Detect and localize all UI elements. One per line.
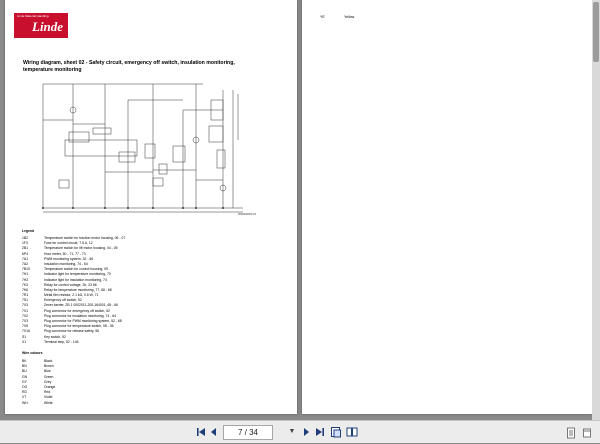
- next-page-button[interactable]: [302, 426, 311, 438]
- page-right: YE Yellow: [302, 0, 592, 414]
- logo-brand: Linde: [32, 19, 64, 34]
- next-page-icon: [304, 428, 309, 436]
- page-number-input[interactable]: 7 / 34: [223, 425, 273, 440]
- page-left: Linde Material Handling Linde Wiring dia…: [5, 0, 297, 414]
- last-page-button[interactable]: [315, 426, 325, 438]
- first-page-button[interactable]: [196, 426, 206, 438]
- two-page-view-button[interactable]: [346, 426, 358, 438]
- document-viewport[interactable]: Linde Material Handling Linde Wiring dia…: [0, 0, 600, 420]
- legend-list: 1B2 Temperature switch for traction motor…: [22, 236, 282, 345]
- legend-heading: Legend: [22, 229, 35, 233]
- logo-tagline: Linde Material Handling: [17, 14, 49, 18]
- legend-item: X1 Terminal strip, 52 - 146: [22, 340, 282, 345]
- single-page-view-button[interactable]: [330, 426, 342, 438]
- navigation-toolbar: 7 / 34 ▼: [0, 420, 600, 443]
- wiring-diagram: [42, 83, 243, 213]
- previous-page-icon: [211, 428, 216, 436]
- previous-page-button[interactable]: [209, 426, 218, 438]
- first-page-icon: [197, 428, 205, 436]
- wire-colour-code: YE: [320, 15, 325, 19]
- wire-colours-heading: Wire colours: [22, 351, 43, 355]
- fullscreen-button[interactable]: [582, 426, 592, 438]
- diagram-code: 0000000000 01: [238, 213, 257, 216]
- wire-colour-item-description: White: [44, 400, 53, 405]
- document-icon: [567, 427, 575, 439]
- legend-item-code: X1: [22, 339, 27, 344]
- fullscreen-icon: [583, 428, 591, 438]
- single-page-icon: [331, 427, 341, 438]
- legend-item-description: Terminal strip, 52 - 146: [44, 339, 79, 344]
- list-item: YE Yellow: [320, 15, 354, 19]
- vertical-scrollbar[interactable]: [592, 0, 600, 420]
- last-page-icon: [316, 428, 324, 436]
- chevron-down-icon[interactable]: ▼: [287, 426, 297, 438]
- wire-colour-name: Yellow: [344, 15, 355, 19]
- two-page-icon: [346, 427, 358, 437]
- scrollbar-thumb[interactable]: [593, 2, 599, 62]
- wire-colour-item-code: WH: [22, 400, 28, 405]
- wire-colours-list: BK Black BN Brown BU Blue GN Green GY Grey OG Orang…: [22, 359, 222, 406]
- wire-colour-item: WH White: [22, 401, 222, 406]
- page-title: Wiring diagram, sheet 02 - Safety circui…: [23, 60, 235, 73]
- document-view-button[interactable]: [566, 426, 576, 439]
- linde-logo: Linde Material Handling Linde: [14, 13, 68, 38]
